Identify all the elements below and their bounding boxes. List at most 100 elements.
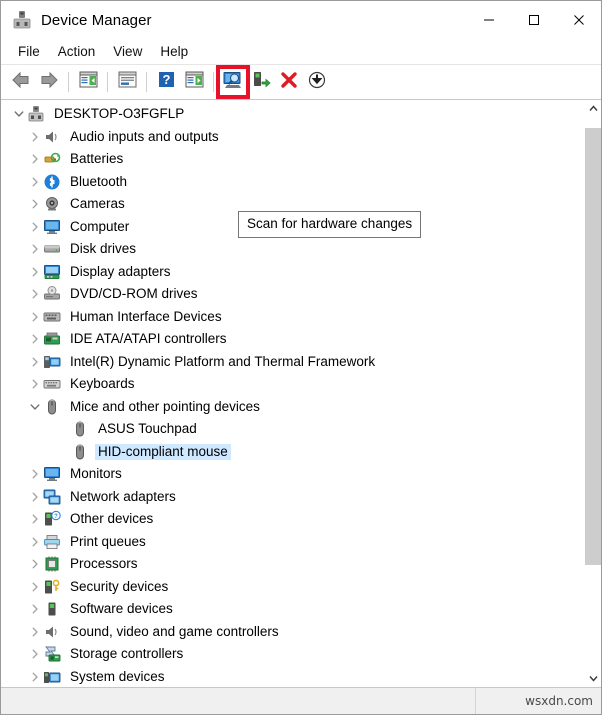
chevron-right-icon[interactable] — [27, 238, 43, 260]
tree-item-sound-video-and-game-controllers[interactable]: Sound, video and game controllers — [1, 621, 584, 644]
chevron-right-icon[interactable] — [27, 508, 43, 530]
chevron-right-icon[interactable] — [27, 328, 43, 350]
chevron-right-icon[interactable] — [27, 351, 43, 373]
tree-item-print-queues[interactable]: Print queues — [1, 531, 584, 554]
svg-text:?: ? — [162, 72, 170, 87]
tree-item-label: Intel(R) Dynamic Platform and Thermal Fr… — [70, 353, 376, 369]
chevron-right-icon[interactable] — [27, 171, 43, 193]
tree-item-desktop-o3fgflp[interactable]: DESKTOP-O3FGFLP — [1, 103, 584, 126]
scrollbar-thumb[interactable] — [585, 128, 601, 565]
menu-file[interactable]: File — [9, 42, 49, 62]
chevron-right-icon[interactable] — [27, 463, 43, 485]
chevron-right-icon[interactable] — [27, 643, 43, 665]
chevron-right-icon[interactable] — [27, 306, 43, 328]
chevron-right-icon[interactable] — [27, 193, 43, 215]
chevron-right-icon[interactable] — [27, 283, 43, 305]
help-button[interactable]: ? — [152, 68, 180, 96]
storage-controller-icon — [43, 645, 61, 663]
device-tree[interactable]: DESKTOP-O3FGFLP Audio inputs and outputs B… — [1, 100, 584, 687]
minimize-button[interactable] — [466, 1, 511, 39]
chevron-right-icon[interactable] — [27, 486, 43, 508]
tree-item-system-devices[interactable]: System devices — [1, 666, 584, 688]
tree-item-mice-and-other-pointing-devices[interactable]: Mice and other pointing devices — [1, 396, 584, 419]
console-tree-icon — [79, 71, 98, 93]
tree-item-dvd-cd-rom-drives[interactable]: DVD/CD-ROM drives — [1, 283, 584, 306]
mouse-icon — [71, 420, 89, 438]
tree-item-label: ASUS Touchpad — [98, 421, 197, 436]
tree-item-label: DESKTOP-O3FGFLP — [54, 106, 185, 121]
tree-item-disk-drives[interactable]: Disk drives — [1, 238, 584, 261]
update-driver-button[interactable] — [247, 68, 275, 96]
tree-item-intel-dynamic-platform[interactable]: Intel(R) Dynamic Platform and Thermal Fr… — [1, 351, 584, 374]
monitor-icon — [43, 465, 61, 483]
back-button[interactable] — [7, 68, 35, 96]
tree-item-human-interface-devices[interactable]: Human Interface Devices — [1, 306, 584, 329]
tree-item-software-devices[interactable]: Software devices — [1, 598, 584, 621]
toolbar-separator — [146, 72, 147, 92]
tree-item-monitors[interactable]: Monitors — [1, 463, 584, 486]
tree-item-label: Batteries — [70, 151, 124, 166]
tree-item-processors[interactable]: Processors — [1, 553, 584, 576]
chevron-right-icon[interactable] — [27, 666, 43, 687]
vertical-scrollbar[interactable] — [584, 100, 601, 687]
scan-hardware-icon — [223, 71, 243, 94]
scan-for-hardware-changes-button[interactable] — [216, 65, 250, 99]
tree-item-label: Disk drives — [70, 241, 137, 256]
tree-item-label: System devices — [70, 668, 165, 684]
chevron-right-icon[interactable] — [27, 576, 43, 598]
dvd-drive-icon — [43, 285, 61, 303]
tree-item-label: Storage controllers — [70, 646, 184, 661]
tree-item-display-adapters[interactable]: Display adapters — [1, 261, 584, 284]
chevron-right-icon[interactable] — [27, 261, 43, 283]
mouse-icon — [43, 398, 61, 416]
bluetooth-icon — [43, 173, 61, 191]
tree-item-bluetooth[interactable]: Bluetooth — [1, 171, 584, 194]
action-pane-icon — [185, 71, 204, 93]
thermal-framework-icon — [43, 353, 61, 371]
tree-item-hid-compliant-mouse[interactable]: HID-compliant mouse — [1, 441, 584, 464]
chevron-right-icon[interactable] — [27, 598, 43, 620]
scroll-down-button[interactable] — [585, 670, 601, 687]
menu-help[interactable]: Help — [151, 42, 197, 62]
chevron-right-icon[interactable] — [27, 531, 43, 553]
disable-device-button[interactable] — [303, 68, 331, 96]
chevron-right-icon[interactable] — [27, 126, 43, 148]
update-driver-icon — [252, 71, 271, 94]
ide-controller-icon — [43, 330, 61, 348]
menu-action[interactable]: Action — [49, 42, 105, 62]
show-hide-action-pane-button[interactable] — [180, 68, 208, 96]
tree-item-audio-inputs-and-outputs[interactable]: Audio inputs and outputs — [1, 126, 584, 149]
tree-item-label: Display adapters — [70, 263, 171, 279]
tree-item-other-devices[interactable]: ? Other devices — [1, 508, 584, 531]
tree-item-label: Computer — [70, 218, 130, 234]
tree-item-label: Bluetooth — [70, 173, 128, 189]
properties-button[interactable] — [113, 68, 141, 96]
close-button[interactable] — [556, 1, 601, 39]
menu-view[interactable]: View — [104, 42, 151, 62]
chevron-right-icon[interactable] — [27, 216, 43, 238]
tree-item-network-adapters[interactable]: Network adapters — [1, 486, 584, 509]
tree-item-label: DVD/CD-ROM drives — [70, 286, 198, 301]
tree-item-security-devices[interactable]: Security devices — [1, 576, 584, 599]
tree-item-keyboards[interactable]: Keyboards — [1, 373, 584, 396]
tree-item-asus-touchpad[interactable]: ASUS Touchpad — [1, 418, 584, 441]
show-hide-console-tree-button[interactable] — [74, 68, 102, 96]
monitor-icon — [43, 218, 61, 236]
tree-item-storage-controllers[interactable]: Storage controllers — [1, 643, 584, 666]
chevron-down-icon[interactable] — [27, 396, 43, 418]
chevron-right-icon[interactable] — [27, 148, 43, 170]
chevron-down-icon[interactable] — [11, 103, 27, 125]
scroll-up-button[interactable] — [585, 100, 601, 117]
maximize-button[interactable] — [511, 1, 556, 39]
uninstall-device-button[interactable] — [275, 68, 303, 96]
tree-item-batteries[interactable]: Batteries — [1, 148, 584, 171]
chevron-right-icon[interactable] — [27, 553, 43, 575]
forward-button[interactable] — [35, 68, 63, 96]
scrollbar-track[interactable] — [585, 117, 601, 670]
tree-item-ide-ata-atapi-controllers[interactable]: IDE ATA/ATAPI controllers — [1, 328, 584, 351]
title-bar[interactable]: Device Manager — [1, 1, 601, 39]
chevron-right-icon[interactable] — [27, 621, 43, 643]
chevron-right-icon[interactable] — [27, 373, 43, 395]
